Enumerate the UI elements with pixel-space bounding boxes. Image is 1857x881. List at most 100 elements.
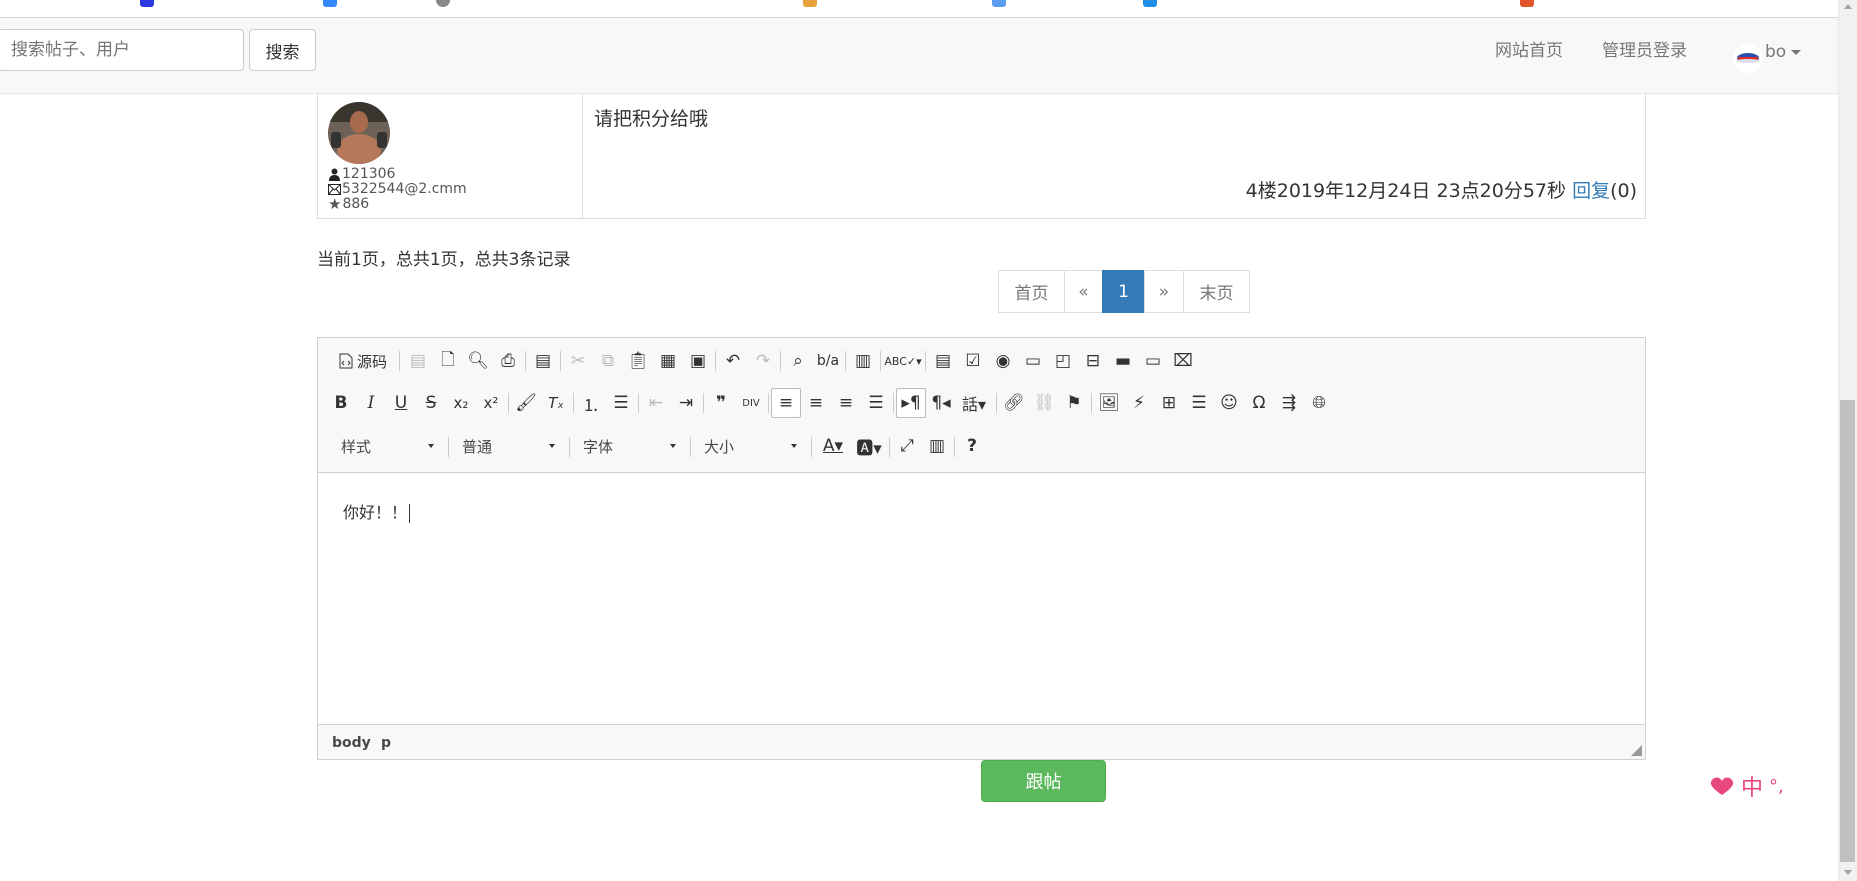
button-field-icon[interactable]: ▬ [1108,346,1138,376]
numbered-list-icon[interactable]: ⒈ [576,388,606,418]
bookmark-item[interactable] [436,0,450,7]
scroll-down-icon[interactable] [1844,870,1852,875]
copy-format-icon[interactable]: 🖌︎ [511,388,541,418]
underline-icon[interactable]: U [386,388,416,418]
page-break-icon[interactable]: ⇶ [1274,388,1304,418]
select-field-icon[interactable]: ⊟ [1078,346,1108,376]
remove-format-icon[interactable]: Tₓ [541,388,571,418]
bookmark-item[interactable] [1143,0,1157,7]
image-icon[interactable]: 🖼︎ [1094,388,1124,418]
bookmark-favicon [803,0,817,7]
table-icon[interactable]: ⊞ [1154,388,1184,418]
path-body[interactable]: body [332,735,371,751]
bookmark-item[interactable] [140,0,154,7]
anchor-icon[interactable]: ⚑ [1059,388,1089,418]
form-icon[interactable]: ▤ [928,346,958,376]
bookmark-item[interactable] [992,0,1006,7]
link-icon[interactable]: 🔗︎ [999,388,1029,418]
format-select[interactable]: 普通 [451,433,561,459]
resize-handle-icon[interactable] [1631,745,1642,756]
smiley-icon[interactable]: ☺ [1214,388,1244,418]
strikethrough-icon[interactable]: S [416,388,446,418]
subscript-icon[interactable]: x₂ [446,388,476,418]
save-icon[interactable]: ▤ [403,346,433,376]
cut-icon[interactable]: ✂ [563,346,593,376]
toolbar-separator [525,351,526,371]
editor-paragraph[interactable]: 你好！！ [343,499,411,523]
page-current[interactable]: 1 [1102,270,1145,313]
undo-icon[interactable]: ↶ [718,346,748,376]
paste-word-icon[interactable]: ▣ [683,346,713,376]
special-char-icon[interactable]: Ω [1244,388,1274,418]
new-page-icon[interactable]: 🗋 [433,346,463,376]
redo-icon[interactable]: ↷ [748,346,778,376]
textfield-icon[interactable]: ▭ [1018,346,1048,376]
background-color-icon[interactable]: 🅰︎▾ [852,431,886,461]
bookmark-item[interactable] [803,0,817,7]
font-select[interactable]: 字体 [572,433,682,459]
show-blocks-icon[interactable]: ▥ [922,431,952,461]
bulleted-list-icon[interactable]: ☰ [606,388,636,418]
user-menu[interactable]: bo [1765,42,1802,62]
blockquote-icon[interactable]: ❞ [706,388,736,418]
language-icon[interactable]: 話▾ [956,388,992,418]
style-select[interactable]: 样式 [330,433,440,459]
find-icon[interactable]: ⌕ [783,346,813,376]
text-color-icon[interactable]: A▾ [816,431,850,461]
flash-icon[interactable]: ⚡ [1124,388,1154,418]
page-last[interactable]: 末页 [1183,270,1250,313]
align-center-icon[interactable]: ≡ [801,388,831,418]
scroll-up-icon[interactable] [1844,4,1852,9]
image-button-icon[interactable]: ▭ [1138,346,1168,376]
maximize-icon[interactable]: ⤢ [892,431,922,461]
help-icon[interactable]: ? [957,431,987,461]
bookmark-item[interactable] [323,0,337,7]
source-button[interactable]: 源码 [334,346,392,376]
size-select[interactable]: 大小 [693,433,803,459]
ime-indicator[interactable]: 中 °, [1709,770,1784,802]
select-all-icon[interactable]: ▥ [848,346,878,376]
unlink-icon[interactable]: ⛓ [1029,388,1059,418]
bookmark-item[interactable] [1520,0,1534,7]
paste-text-icon[interactable]: ▦ [653,346,683,376]
print-icon[interactable]: ⎙ [493,346,523,376]
nav-link-home[interactable]: 网站首页 [1495,36,1563,61]
replace-icon[interactable]: b/a [813,346,843,376]
paste-icon[interactable]: 📋︎ [623,346,653,376]
pagination: 首页 « 1 » 末页 [998,270,1250,313]
submit-reply-button[interactable]: 跟帖 [981,760,1106,802]
horizontal-rule-icon[interactable]: ☰ [1184,388,1214,418]
nav-link-admin-login[interactable]: 管理员登录 [1602,36,1687,61]
superscript-icon[interactable]: x² [476,388,506,418]
align-right-icon[interactable]: ≡ [831,388,861,418]
rtl-icon[interactable]: ¶◂ [926,388,956,418]
align-left-icon[interactable]: ≡ [771,388,801,418]
checkbox-icon[interactable]: ☑ [958,346,988,376]
page-prev[interactable]: « [1064,270,1103,313]
search-input[interactable] [0,29,244,71]
outdent-icon[interactable]: ⇤ [641,388,671,418]
hidden-field-icon[interactable]: ⌧ [1168,346,1198,376]
textarea-icon[interactable]: ◰ [1048,346,1078,376]
search-button[interactable]: 搜索 [249,29,316,71]
page-first[interactable]: 首页 [998,270,1065,313]
scrollbar-thumb[interactable] [1840,400,1855,862]
path-p[interactable]: p [381,735,391,751]
div-container-icon[interactable]: DIV [736,388,766,418]
iframe-icon[interactable]: 🌐︎ [1304,388,1334,418]
preview-icon[interactable]: 🔍︎ [463,346,493,376]
bookmark-favicon [1520,0,1534,7]
editor-content-area[interactable]: 你好！！ [318,474,1645,724]
spellcheck-icon[interactable]: ABC✓▾ [883,346,923,376]
bold-icon[interactable]: B [326,388,356,418]
radio-icon[interactable]: ◉ [988,346,1018,376]
italic-icon[interactable]: I [356,388,386,418]
copy-icon[interactable]: ⧉ [593,346,623,376]
ltr-icon[interactable]: ▸¶ [896,388,926,418]
reply-link[interactable]: 回复 [1572,180,1610,202]
justify-icon[interactable]: ☰ [861,388,891,418]
templates-icon[interactable]: ▤ [528,346,558,376]
user-avatar[interactable] [1733,43,1763,73]
indent-icon[interactable]: ⇥ [671,388,701,418]
page-next[interactable]: » [1144,270,1184,313]
